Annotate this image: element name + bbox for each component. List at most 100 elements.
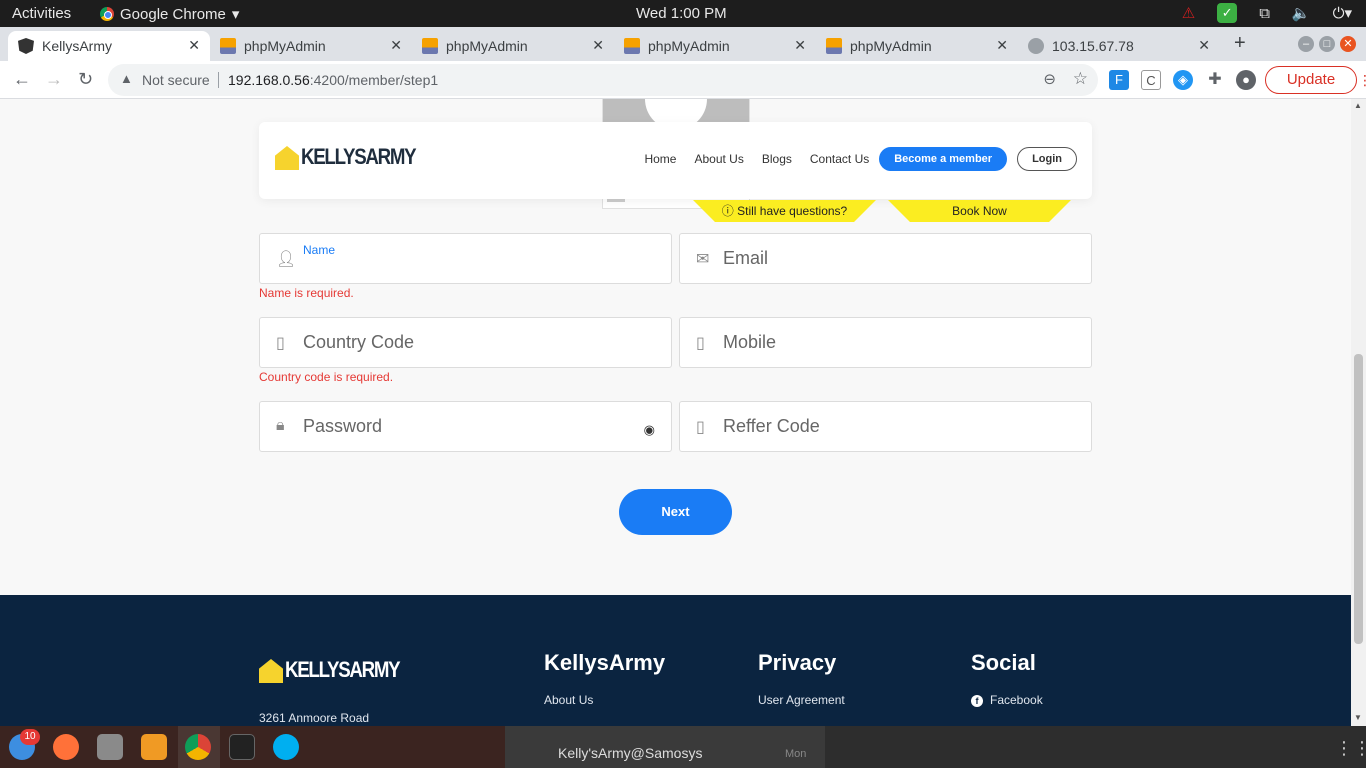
close-icon[interactable]: ✕	[794, 37, 806, 54]
update-button[interactable]: Update	[1265, 66, 1357, 94]
close-icon[interactable]: ✕	[390, 37, 402, 54]
reload-icon[interactable]: ↻	[78, 69, 93, 90]
ribbon-questions-label: Still have questions?	[737, 204, 848, 218]
volume-icon[interactable]: 🔈	[1292, 4, 1311, 22]
nav-home[interactable]: Home	[644, 152, 676, 166]
globe-icon	[1028, 38, 1044, 54]
tab-phpmyadmin-3[interactable]: phpMyAdmin ✕	[614, 31, 816, 61]
book-now-ribbon[interactable]: Book Now	[888, 200, 1071, 222]
address-bar[interactable]: ▲ Not secure 192.168.0.56:4200/member/st…	[108, 64, 1098, 96]
network-icon[interactable]: ⧉	[1259, 5, 1270, 22]
tab-label: 103.15.67.78	[1052, 38, 1134, 54]
scroll-up-arrow-icon[interactable]: ▲	[1354, 101, 1362, 110]
back-arrow-icon[interactable]: ←	[13, 69, 31, 90]
extension-fi-icon[interactable]: F	[1109, 70, 1129, 90]
notification-sender[interactable]: Kelly'sArmy@Samosys	[558, 745, 702, 761]
footer-col-kellysarmy-title: KellysArmy	[544, 650, 666, 675]
url-text[interactable]: 192.168.0.56:4200/member/step1	[228, 72, 438, 88]
tab-label: KellysArmy	[42, 38, 113, 54]
login-button[interactable]: Login	[1017, 147, 1077, 171]
footer-logo[interactable]: KELLYSARMY	[259, 657, 420, 683]
footer-user-agreement-link[interactable]: User Agreement	[758, 693, 845, 707]
close-icon[interactable]: ✕	[996, 37, 1008, 54]
user-icon: 👤︎	[276, 251, 297, 268]
ubuntu-dock: 10 Kelly'sArmy@Samosys Mon ⋮⋮⋮	[0, 726, 1366, 768]
nav-about[interactable]: About Us	[694, 152, 743, 166]
window-close-icon[interactable]: ✕	[1340, 36, 1356, 52]
omnibox-divider	[218, 72, 219, 88]
scroll-down-arrow-icon[interactable]: ▼	[1354, 713, 1362, 722]
tab-ip-address[interactable]: 103.15.67.78 ✕	[1018, 31, 1220, 61]
chrome-dock-icon[interactable]	[185, 734, 211, 760]
eye-slash-icon[interactable]: ◉	[644, 422, 655, 438]
mobile-phone-icon: ▯	[276, 335, 285, 352]
tab-phpmyadmin-4[interactable]: phpMyAdmin ✕	[816, 31, 1018, 61]
show-applications-icon[interactable]: ⋮⋮⋮	[1335, 738, 1366, 759]
update-shield-icon[interactable]: ✓	[1217, 3, 1238, 23]
new-tab-button[interactable]: +	[1234, 32, 1246, 55]
app-menu[interactable]: Google Chrome ▾	[100, 5, 239, 23]
page-scrollbar[interactable]: ▲ ▼	[1351, 99, 1366, 726]
more-menu-icon[interactable]: ⋮	[1358, 72, 1366, 89]
extension-c-icon[interactable]: C	[1141, 70, 1161, 90]
mobile-field[interactable]: ▯ Mobile	[679, 317, 1092, 368]
still-have-questions-ribbon[interactable]: ⓘ Still have questions?	[693, 200, 876, 222]
reffer-code-field[interactable]: ▯ Reffer Code	[679, 401, 1092, 452]
lock-icon: 🔒︎	[276, 417, 285, 434]
tab-kellysarmy[interactable]: KellysArmy ✕	[8, 31, 210, 61]
warning-icon[interactable]: ⚠	[1182, 4, 1195, 22]
country-code-field[interactable]: ▯ Country Code	[259, 317, 672, 368]
activities-button[interactable]: Activities	[12, 5, 71, 22]
next-button[interactable]: Next	[619, 489, 732, 535]
terminal-icon[interactable]	[229, 734, 255, 760]
name-field[interactable]: 👤︎ Name	[259, 233, 672, 284]
firefox-icon[interactable]	[53, 734, 79, 760]
password-placeholder: Password	[303, 416, 383, 436]
close-icon[interactable]: ✕	[188, 37, 200, 54]
mobile-placeholder: Mobile	[723, 332, 777, 352]
tab-strip: KellysArmy ✕ phpMyAdmin ✕ phpMyAdmin ✕ p…	[0, 27, 1366, 61]
phpmyadmin-icon	[422, 38, 438, 54]
angular-icon	[18, 38, 34, 54]
security-label[interactable]: Not secure	[142, 72, 210, 88]
mail-badge: 10	[20, 729, 40, 745]
close-icon[interactable]: ✕	[592, 37, 604, 54]
skype-icon[interactable]	[273, 734, 299, 760]
footer-facebook-link[interactable]: f Facebook	[971, 693, 1043, 707]
files-icon[interactable]	[97, 734, 123, 760]
footer-logo-text: KELLYSARMY	[285, 657, 401, 682]
ribbon-book-label: Book Now	[952, 204, 1007, 218]
scrollbar-thumb[interactable]	[1354, 354, 1363, 644]
site-logo[interactable]: KELLYSARMY	[275, 144, 436, 170]
phpmyadmin-icon	[624, 38, 640, 54]
mobile-phone-icon: ▯	[696, 335, 705, 352]
nav-contact[interactable]: Contact Us	[810, 152, 869, 166]
footer-about-link[interactable]: About Us	[544, 693, 593, 707]
minimize-icon[interactable]: –	[1298, 36, 1314, 52]
profile-avatar-icon[interactable]: ●	[1236, 70, 1256, 90]
password-field[interactable]: 🔒︎ Password ◉	[259, 401, 672, 452]
become-member-button[interactable]: Become a member	[879, 147, 1008, 171]
phpmyadmin-icon	[220, 38, 236, 54]
bookmark-star-icon[interactable]: ☆	[1073, 69, 1088, 89]
not-secure-warning-icon[interactable]: ▲	[120, 71, 133, 86]
sublime-text-icon[interactable]	[141, 734, 167, 760]
email-field[interactable]: ✉ Email	[679, 233, 1092, 284]
nav-blogs[interactable]: Blogs	[762, 152, 792, 166]
mobile-phone-icon: ▯	[696, 419, 705, 436]
house-logo-icon	[259, 659, 283, 683]
system-top-bar: Activities Google Chrome ▾ Wed 1:00 PM ⚠…	[0, 0, 1366, 27]
clock[interactable]: Wed 1:00 PM	[636, 5, 727, 22]
forward-arrow-icon[interactable]: →	[45, 69, 63, 90]
extensions-puzzle-icon[interactable]: ✚	[1205, 70, 1225, 90]
tab-phpmyadmin-2[interactable]: phpMyAdmin ✕	[412, 31, 614, 61]
extension-cube-icon[interactable]: ◈	[1173, 70, 1193, 90]
zoom-icon[interactable]: ⊖	[1043, 70, 1056, 88]
power-icon[interactable]: ⏻▾	[1333, 4, 1352, 22]
maximize-icon[interactable]: □	[1319, 36, 1335, 52]
tab-phpmyadmin-1[interactable]: phpMyAdmin ✕	[210, 31, 412, 61]
dock-right-area	[825, 726, 1366, 768]
envelope-icon: ✉	[696, 251, 710, 268]
notification-time: Mon	[785, 748, 807, 760]
close-icon[interactable]: ✕	[1198, 37, 1210, 54]
